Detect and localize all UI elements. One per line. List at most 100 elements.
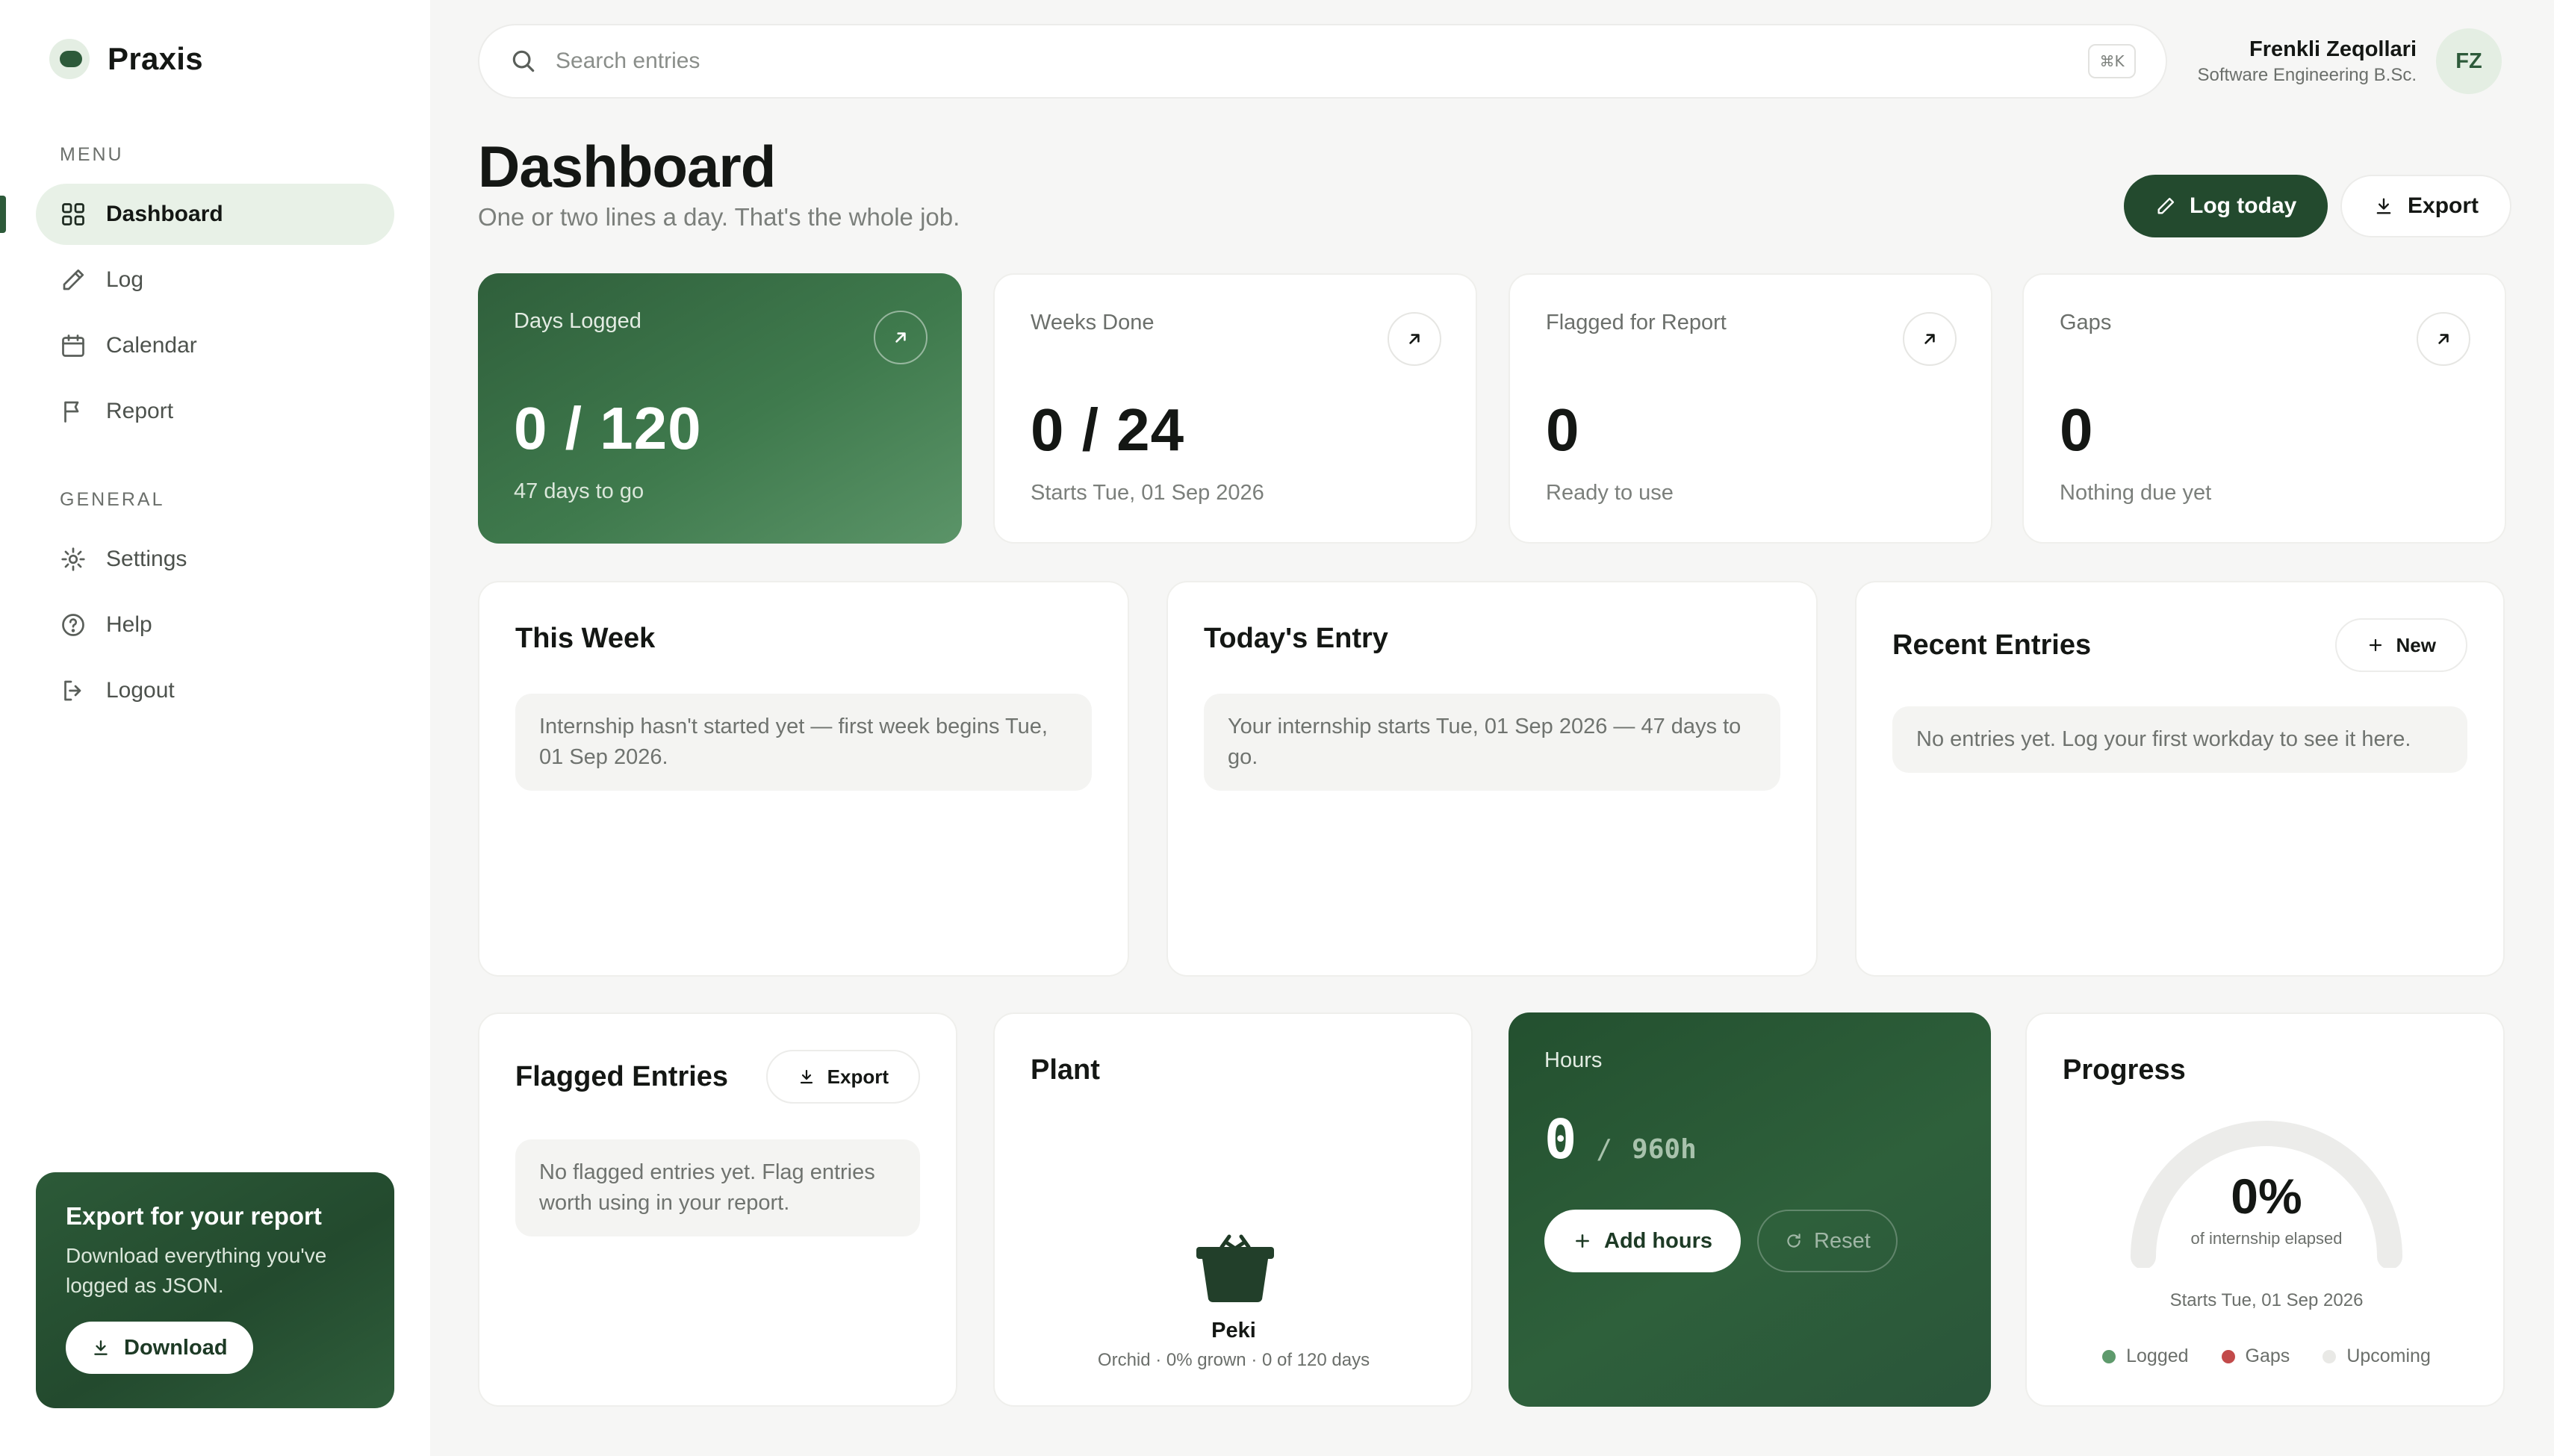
sidebar-item-label: Report [106,399,174,423]
sidebar-item-label: Calendar [106,333,197,358]
hours-separator: / [1596,1134,1613,1165]
stat-label: Weeks Done [1031,311,1155,335]
general-section-label: GENERAL [60,489,165,510]
stat-label: Flagged for Report [1546,311,1727,335]
sidebar-item-dashboard[interactable]: Dashboard [36,184,394,245]
download-button-label: Download [124,1335,228,1360]
user-info: Frenkli Zeqollari Software Engineering B… [2198,37,2417,86]
download-button[interactable]: Download [66,1322,253,1374]
card-title: This Week [515,623,656,654]
plant-pot-icon [1196,1234,1274,1302]
open-stat-button[interactable] [874,311,928,364]
reset-icon [1787,1233,1800,1248]
menu-section-label: MENU [60,144,124,165]
brand-name: Praxis [108,41,203,76]
add-hours-button[interactable]: Add hours [1544,1210,1741,1272]
legend-dot [2102,1349,2116,1363]
empty-state-message: Your internship starts Tue, 01 Sep 2026 … [1204,694,1780,791]
card-title: Plant [1031,1054,1100,1086]
arrow-up-right-icon [1924,334,1935,344]
page-title: Dashboard [478,134,776,199]
legend-label: Gaps [2245,1345,2290,1366]
stat-value: 0 / 24 [1031,396,1185,463]
export-report-card: Export for your report Download everythi… [36,1172,394,1408]
sidebar-item-label: Log [106,267,144,292]
card-header: Flagged Entries Export [515,1050,920,1104]
sidebar-item-help[interactable]: Help [36,594,394,656]
pencil-icon [2157,197,2175,214]
sidebar-item-logout[interactable]: Logout [36,660,394,721]
card-header: Recent Entries New [1892,618,2467,672]
search-shortcut-badge: ⌘K [2088,44,2136,78]
download-icon [94,1340,108,1355]
legend-item-logged: Logged [2102,1345,2189,1367]
stat-subtext: Starts Tue, 01 Sep 2026 [1031,481,1264,505]
sidebar-item-label: Settings [106,547,187,571]
reset-hours-button[interactable]: Reset [1757,1210,1898,1272]
empty-state-message: Internship hasn't started yet — first we… [515,694,1092,791]
legend-label: Logged [2126,1345,2189,1366]
log-today-label: Log today [2190,193,2297,218]
export-button[interactable]: Export [2340,175,2512,237]
hours-logged: 0 [1544,1108,1577,1171]
avatar[interactable]: FZ [2436,28,2502,94]
legend-dot [2322,1349,2337,1363]
export-flagged-label: Export [827,1065,889,1088]
progress-percent: 0% [2231,1169,2302,1224]
stat-card-flagged[interactable]: Flagged for Report 0 Ready to use [1509,273,1992,544]
active-nav-indicator [0,196,6,233]
sidebar-item-calendar[interactable]: Calendar [36,315,394,376]
reset-hours-label: Reset [1814,1228,1871,1253]
hours-total: 960h [1632,1134,1697,1165]
export-flagged-button[interactable]: Export [765,1050,920,1104]
sidebar-item-settings[interactable]: Settings [36,529,394,590]
brand[interactable]: Praxis [49,39,203,79]
user-subtitle: Software Engineering B.Sc. [2197,64,2417,85]
arrow-up-right-icon [2438,334,2449,344]
empty-state-message: No entries yet. Log your first workday t… [1892,706,2467,773]
sidebar-item-label: Help [106,612,152,637]
open-stat-button[interactable] [1903,312,1957,366]
stat-subtext: Nothing due yet [2060,481,2212,505]
sidebar-item-report[interactable]: Report [36,381,394,442]
legend-item-gaps: Gaps [2221,1345,2290,1367]
empty-state-message: No flagged entries yet. Flag entries wor… [515,1139,920,1236]
recent-entries-card: Recent Entries New No entries yet. Log y… [1855,581,2505,977]
stat-subtext: Ready to use [1546,481,1674,505]
plus-icon [1576,1234,1589,1248]
hours-actions: Add hours Reset [1544,1210,1898,1272]
user-profile[interactable]: Frenkli Zeqollari Software Engineering B… [2198,28,2502,94]
sidebar-item-label: Logout [106,678,175,703]
stat-card-gaps[interactable]: Gaps 0 Nothing due yet [2022,273,2506,544]
export-card-title: Export for your report [66,1202,322,1230]
sidebar-item-log[interactable]: Log [36,249,394,311]
stat-label: Gaps [2060,311,2112,335]
card-title: Progress [2063,1054,2186,1086]
export-button-label: Export [2408,193,2479,218]
open-stat-button[interactable] [2417,312,2470,366]
card-title: Today's Entry [1204,623,1388,654]
open-stat-button[interactable] [1388,312,1441,366]
log-today-button[interactable]: Log today [2124,175,2328,237]
stat-card-weeks-done[interactable]: Weeks Done 0 / 24 Starts Tue, 01 Sep 202… [993,273,1477,544]
stat-card-days-logged[interactable]: Days Logged 0 / 120 47 days to go [478,273,962,544]
brand-logo-icon [49,39,90,79]
user-name: Frenkli Zeqollari [2249,37,2417,61]
search-bar[interactable]: ⌘K [478,24,2167,99]
stat-value: 0 [2060,396,2094,463]
hours-counter: 0 / 960h [1544,1108,1697,1171]
plant-name: Peki [1211,1319,1256,1343]
this-week-card: This Week Internship hasn't started yet … [478,581,1129,977]
search-input[interactable] [556,49,2088,74]
stat-subtext: 47 days to go [514,479,644,503]
hours-card: Hours 0 / 960h Add hours Reset [1509,1012,1991,1407]
sidebar-item-label: Dashboard [106,202,223,226]
logout-icon [64,680,81,701]
new-entry-button[interactable]: New [2334,618,2467,672]
legend-item-upcoming: Upcoming [2322,1345,2431,1367]
help-icon [62,614,84,636]
new-entry-label: New [2396,633,2436,656]
plus-icon [2369,638,2381,652]
card-title: Flagged Entries [515,1060,729,1092]
add-hours-label: Add hours [1604,1228,1712,1253]
